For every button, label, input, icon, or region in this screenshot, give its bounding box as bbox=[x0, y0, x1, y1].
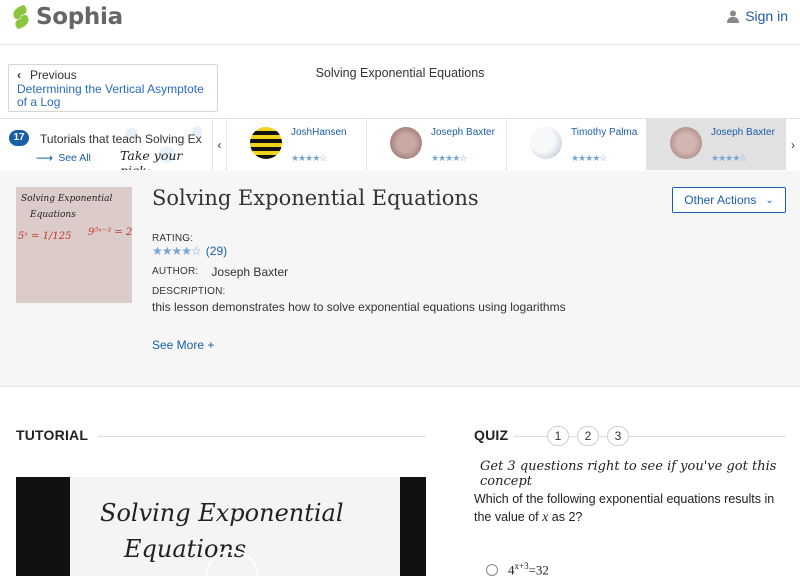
chevron-left-icon: ‹ bbox=[217, 137, 222, 152]
carousel-next-button[interactable]: › bbox=[786, 119, 800, 170]
previous-tutorial-title[interactable]: Determining the Vertical Asymptote of a … bbox=[17, 83, 217, 109]
answer-option[interactable]: 4x+3=32 bbox=[486, 561, 549, 576]
tutorials-intro: 17 Tutorials that teach Solving Exponent… bbox=[0, 119, 212, 170]
take-your-pick-label: Take your pick: bbox=[120, 148, 183, 170]
svg-text:Equations: Equations bbox=[29, 210, 76, 220]
other-actions-label: Other Actions bbox=[684, 193, 757, 207]
svg-text:Solving Exponential: Solving Exponential bbox=[21, 194, 112, 204]
chevron-down-icon: ⌄ bbox=[765, 194, 774, 206]
tutorial-card[interactable]: Timothy Palma ★★★★☆ bbox=[506, 119, 646, 170]
tutorial-rating: ★★★★☆ bbox=[711, 153, 747, 163]
description-text: this lesson demonstrates how to solve ex… bbox=[152, 300, 566, 314]
tutorial-card[interactable]: JoshHansen ★★★★☆ bbox=[226, 119, 366, 170]
tutorial-card[interactable]: Joseph Baxter ★★★★☆ bbox=[366, 119, 506, 170]
answer-exponent: x+3 bbox=[514, 561, 529, 571]
tutorials-title: Tutorials that teach Solving Exponential… bbox=[40, 132, 202, 146]
user-icon bbox=[727, 10, 740, 23]
tutorial-thumbnail bbox=[390, 127, 422, 159]
tutorial-video[interactable]: Solving Exponential Equations bbox=[16, 477, 426, 576]
quiz-hint: Get 3 questions right to see if you've g… bbox=[480, 459, 777, 489]
tutorial-author: Joseph Baxter bbox=[431, 127, 495, 138]
sign-in-link[interactable]: Sign in bbox=[727, 8, 788, 24]
tutorial-author: Timothy Palma bbox=[571, 127, 638, 138]
tutorial-thumbnail bbox=[530, 127, 562, 159]
video-frame: Solving Exponential Equations bbox=[70, 477, 400, 576]
play-button-icon[interactable] bbox=[202, 547, 262, 576]
carousel-prev-button[interactable]: ‹ bbox=[212, 119, 226, 170]
tutorial-rating: ★★★★☆ bbox=[431, 153, 467, 163]
lesson-thumbnail[interactable]: Solving Exponential Equations 5ˣ = 1/125… bbox=[16, 187, 132, 303]
see-all-label: See All bbox=[58, 152, 91, 164]
chevron-right-icon: › bbox=[791, 137, 795, 152]
sophia-logo[interactable]: Sophia bbox=[10, 3, 123, 31]
tutorial-rating: ★★★★☆ bbox=[571, 153, 607, 163]
description-label: DESCRIPTION: bbox=[152, 286, 226, 297]
quiz-question-2[interactable]: 2 bbox=[577, 426, 599, 446]
tutorial-thumbnail bbox=[250, 127, 282, 159]
video-title-line: Solving Exponential bbox=[100, 499, 344, 527]
tutorial-card-selected[interactable]: Joseph Baxter ★★★★☆ bbox=[646, 119, 786, 170]
tutorial-divider bbox=[98, 436, 426, 437]
page-title: Solving Exponential Equations bbox=[315, 66, 485, 80]
other-actions-dropdown[interactable]: Other Actions ⌄ bbox=[672, 187, 786, 213]
tutorial-rating: ★★★★☆ bbox=[291, 153, 327, 163]
tutorial-author: JoshHansen bbox=[291, 127, 347, 138]
question-text-start: Which of the following exponential equat… bbox=[474, 492, 775, 524]
answer-rhs: =32 bbox=[528, 562, 549, 576]
lesson-summary: Solving Exponential Equations 5ˣ = 1/125… bbox=[0, 171, 800, 387]
rating-label: RATING: bbox=[152, 233, 194, 244]
top-bar: Sophia Sign in bbox=[0, 0, 800, 45]
rating: ★★★★☆ (29) bbox=[152, 244, 227, 258]
sign-in-label: Sign in bbox=[745, 8, 788, 24]
author: AUTHOR: Joseph Baxter bbox=[152, 265, 288, 279]
see-more-link[interactable]: See More + bbox=[152, 338, 214, 352]
tutorial-heading: TUTORIAL bbox=[16, 427, 89, 443]
whiteboard-thumbnail-image: Solving Exponential Equations 5ˣ = 1/125… bbox=[16, 187, 132, 303]
tutorial-author: Joseph Baxter bbox=[711, 127, 775, 138]
see-all-link[interactable]: ⟶ See All bbox=[36, 151, 91, 165]
tutorial-thumbnail bbox=[670, 127, 702, 159]
sophia-wordmark: Sophia bbox=[36, 4, 123, 30]
svg-text:5ˣ = 1/125: 5ˣ = 1/125 bbox=[18, 231, 71, 242]
svg-text:9⁵ˣ⁻³ = 27: 9⁵ˣ⁻³ = 27 bbox=[88, 227, 132, 238]
arrow-right-icon: ⟶ bbox=[36, 151, 54, 165]
rating-stars[interactable]: ★★★★☆ bbox=[152, 244, 202, 258]
quiz-question-3[interactable]: 3 bbox=[607, 426, 629, 446]
quiz-question-text: Which of the following exponential equat… bbox=[474, 490, 790, 527]
quiz-heading: QUIZ bbox=[474, 427, 509, 443]
answer-equation: 4x+3=32 bbox=[508, 561, 549, 576]
author-name: Joseph Baxter bbox=[211, 265, 289, 279]
tutorial-count-badge: 17 bbox=[9, 130, 29, 146]
answer-radio[interactable] bbox=[486, 563, 498, 576]
lesson-title: Solving Exponential Equations bbox=[152, 186, 479, 210]
author-label: AUTHOR: bbox=[152, 266, 199, 277]
tutorials-carousel: 17 Tutorials that teach Solving Exponent… bbox=[0, 118, 800, 170]
quiz-question-1[interactable]: 1 bbox=[547, 426, 569, 446]
rating-count[interactable]: (29) bbox=[206, 244, 227, 258]
question-text-end: as 2? bbox=[548, 510, 583, 524]
sophia-leaf-icon bbox=[13, 5, 29, 29]
